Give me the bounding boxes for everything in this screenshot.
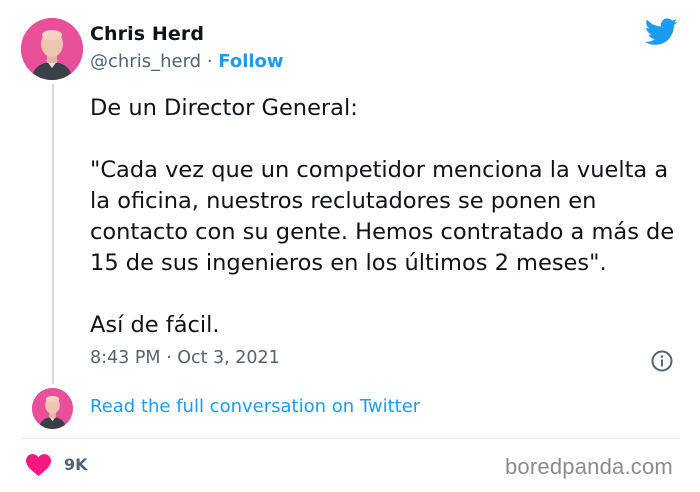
handle-separator: · bbox=[206, 51, 213, 72]
twitter-bird-icon[interactable] bbox=[645, 18, 678, 46]
info-icon[interactable] bbox=[650, 349, 674, 373]
avatar-portrait-icon bbox=[21, 18, 83, 80]
author-handle-row: @chris_herd · Follow bbox=[90, 51, 284, 72]
author-name[interactable]: Chris Herd bbox=[90, 23, 204, 45]
source-watermark: boredpanda.com bbox=[505, 454, 673, 479]
like-count: 9K bbox=[64, 455, 88, 474]
footer-divider bbox=[22, 438, 680, 439]
tweet-timestamp[interactable]: 8:43 PM · Oct 3, 2021 bbox=[90, 348, 280, 368]
tweet-text: De un Director General: "Cada vez que un… bbox=[90, 95, 675, 338]
heart-icon[interactable] bbox=[26, 454, 51, 476]
conversation-avatar[interactable] bbox=[32, 388, 73, 429]
follow-button[interactable]: Follow bbox=[218, 51, 283, 72]
author-avatar[interactable] bbox=[21, 18, 83, 80]
read-conversation-link[interactable]: Read the full conversation on Twitter bbox=[90, 396, 420, 417]
thread-connector-line bbox=[52, 84, 54, 384]
avatar-portrait-icon bbox=[32, 388, 73, 429]
author-handle[interactable]: @chris_herd bbox=[90, 51, 201, 72]
